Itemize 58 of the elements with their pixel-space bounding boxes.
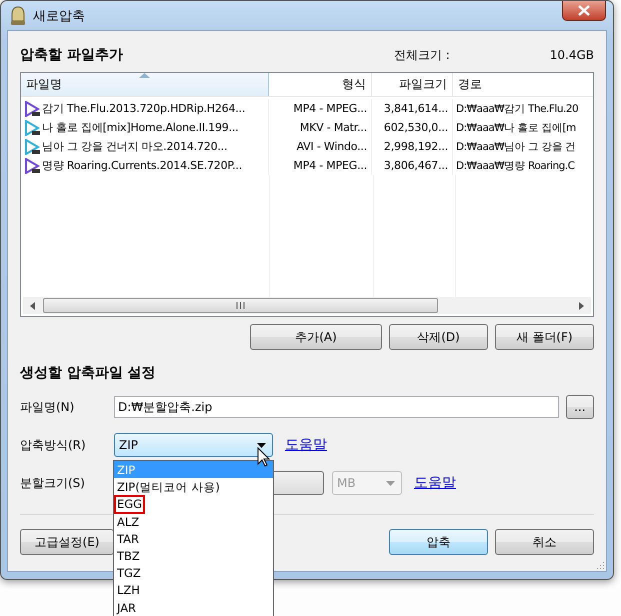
window-title: 새로압축	[33, 8, 86, 24]
field-label: 압축방식(R)	[20, 436, 87, 454]
dropdown-arrow-icon	[386, 480, 395, 486]
file-name-cell: 명량 Roaring.Currents.2014.SE.720P...	[42, 158, 242, 173]
dropdown-option[interactable]: EGG	[114, 495, 273, 513]
browse-button[interactable]: ...	[566, 395, 594, 419]
scrollbar-thumb[interactable]	[43, 298, 438, 313]
format-cell: AVI - Windo...	[296, 140, 367, 153]
format-cell: MP4 - MPEG...	[293, 159, 367, 172]
list-action-button[interactable]: 추가(A)	[250, 324, 382, 350]
horizontal-scrollbar[interactable]	[23, 297, 591, 314]
total-size-label: 전체크기 :	[394, 47, 450, 64]
help-link[interactable]: 도움말	[285, 436, 327, 454]
resize-grip-icon[interactable]	[595, 560, 605, 570]
file-name-cell: 나 홀로 집에[mix]Home.Alone.II.199...	[42, 120, 238, 135]
dropdown-option[interactable]: TAR	[114, 530, 273, 547]
list-action-button[interactable]: 삭제(D)	[389, 324, 488, 350]
filename-field[interactable]: D:₩분할압축.zip	[114, 396, 559, 418]
file-name-cell: 감기 The.Flu.2013.720p.HDRip.H264...	[42, 101, 246, 116]
help-link[interactable]: 도움말	[414, 474, 456, 492]
sort-caret-icon	[139, 73, 150, 78]
dialog-button[interactable]: 고급설정(E)	[20, 529, 114, 555]
dropdown-option[interactable]: ALZ	[114, 512, 273, 530]
dialog-button[interactable]: 압축	[389, 529, 488, 555]
column-header[interactable]: 경로	[453, 73, 593, 96]
path-cell: D:₩aaa₩님아 그 강을 건	[456, 140, 576, 154]
size-cell: 2,998,192...	[384, 140, 448, 153]
section-title: 압축할 파일추가	[20, 46, 124, 64]
dropdown-arrow-icon	[257, 442, 266, 448]
scroll-left-icon[interactable]	[29, 302, 37, 310]
size-cell: 3,806,467...	[384, 159, 448, 172]
size-cell: 3,841,614...	[384, 102, 448, 115]
total-size-value: 10.4GB	[550, 48, 594, 62]
path-cell: D:₩aaa₩나 홀로 집에[m	[456, 120, 576, 134]
dropdown-option[interactable]: JAR	[114, 598, 273, 616]
close-icon	[578, 5, 590, 16]
format-cell: MKV - Matr...	[300, 121, 367, 134]
field-label: 분할크기(S)	[20, 474, 86, 492]
dialog-button[interactable]: 취소	[495, 529, 594, 555]
size-cell: 602,530,0...	[384, 121, 448, 134]
path-cell: D:₩aaa₩감기 The.Flu.20	[456, 102, 578, 116]
file-name-cell: 님아 그 강을 건너지 마오.2014.720...	[42, 139, 228, 154]
section-title: 생성할 압축파일 설정	[20, 364, 157, 382]
path-cell: D:₩aaa₩명량 Roaring.C	[456, 158, 574, 172]
dropdown-option[interactable]: LZH	[114, 581, 273, 598]
column-header[interactable]: 파일명	[21, 73, 269, 96]
dropdown-option[interactable]: TGZ	[114, 564, 273, 582]
column-header[interactable]: 파일크기	[372, 73, 453, 96]
list-action-button[interactable]: 새 폴더(F)	[495, 324, 594, 350]
column-header[interactable]: 형식	[269, 73, 372, 96]
field-label: 파일명(N)	[20, 398, 76, 416]
method-combobox[interactable]: ZIP	[114, 433, 273, 457]
dropdown-option[interactable]: TBZ	[114, 546, 273, 564]
dropdown-option[interactable]: ZIP(멀티코어 사용)	[114, 478, 273, 496]
grip-icon	[236, 302, 245, 309]
close-button[interactable]	[562, 1, 606, 21]
scroll-right-icon[interactable]	[577, 302, 585, 310]
format-cell: MP4 - MPEG...	[293, 102, 367, 115]
